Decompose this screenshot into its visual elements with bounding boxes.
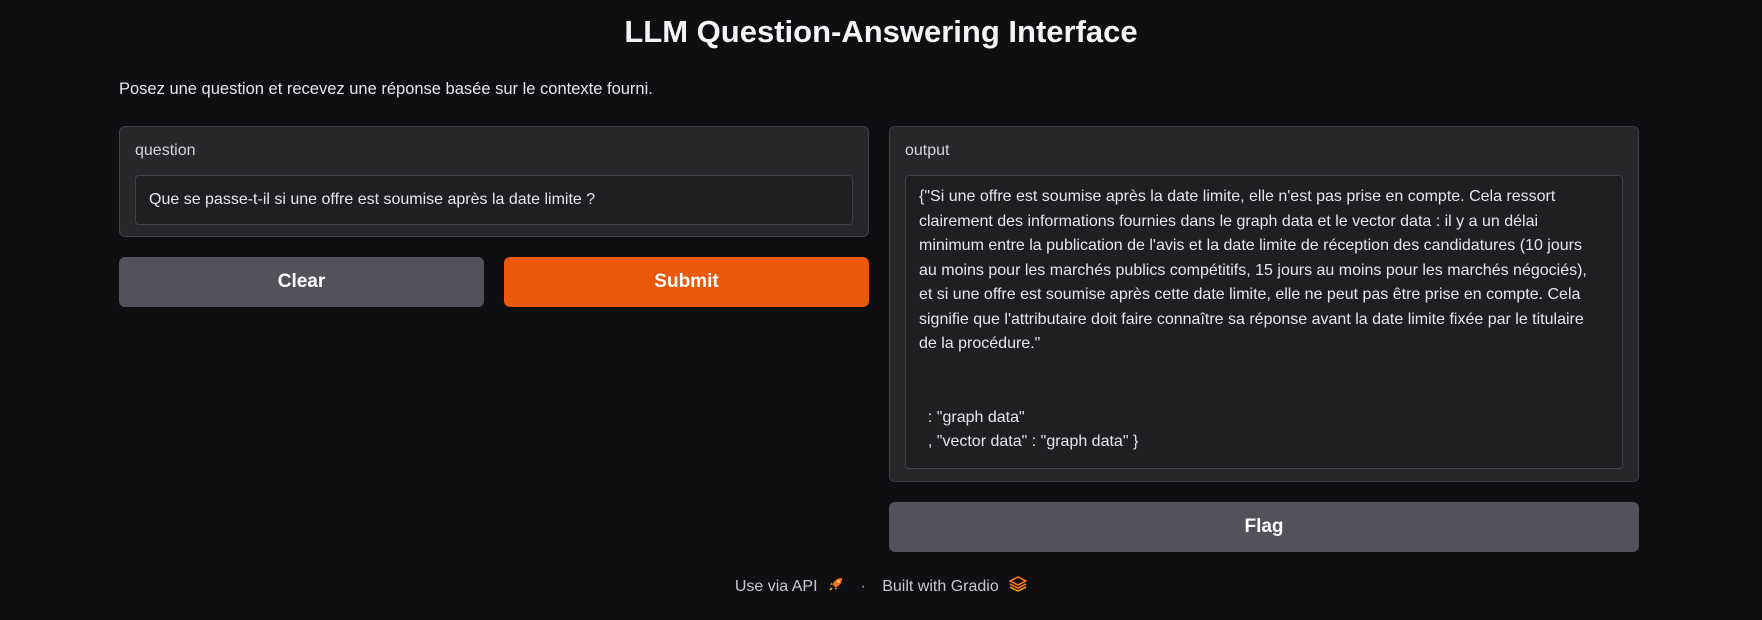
- built-with-gradio-link[interactable]: Built with Gradio: [882, 576, 1028, 597]
- question-input-value: Que se passe-t-il si une offre est soumi…: [149, 191, 596, 208]
- page-description: Posez une question et recevez une répons…: [119, 80, 653, 98]
- page-title: LLM Question-Answering Interface: [624, 14, 1138, 49]
- output-label: output: [905, 142, 950, 159]
- flag-button[interactable]: Flag: [889, 502, 1639, 552]
- question-label: question: [135, 142, 196, 159]
- use-via-api-link[interactable]: Use via API: [735, 578, 849, 595]
- question-input[interactable]: Que se passe-t-il si une offre est soumi…: [135, 175, 853, 225]
- app-page: LLM Question-Answering Interface Posez u…: [0, 0, 1762, 620]
- question-panel: question Que se passe-t-il si une offre …: [119, 126, 869, 237]
- gradio-logo-icon: [1008, 576, 1028, 597]
- use-via-api-label: Use via API: [734, 577, 818, 595]
- output-textbox[interactable]: {"Si une offre est soumise après la date…: [905, 175, 1623, 469]
- rocket-icon: [828, 576, 844, 597]
- submit-button[interactable]: Submit: [504, 257, 869, 307]
- built-with-gradio-label: Built with Gradio: [882, 577, 999, 595]
- output-panel: output {"Si une offre est soumise après …: [889, 126, 1639, 482]
- footer-separator: ·: [860, 577, 866, 595]
- clear-button[interactable]: Clear: [119, 257, 484, 307]
- footer: Use via API · Built with Gradio: [0, 576, 1762, 597]
